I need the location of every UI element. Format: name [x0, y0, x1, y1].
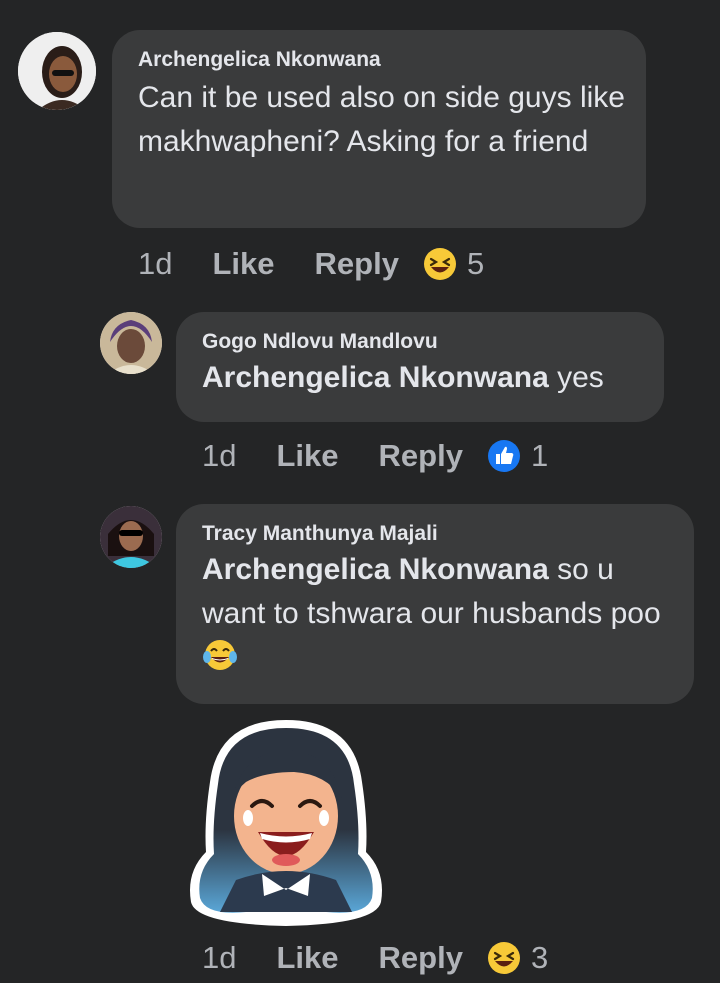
like-button[interactable]: Like	[212, 246, 274, 282]
avatar-tracy[interactable]	[100, 506, 162, 568]
timestamp[interactable]: 1d	[202, 940, 236, 976]
reply-button[interactable]: Reply	[379, 940, 463, 976]
reaction-count[interactable]: 1	[531, 438, 548, 474]
comment-author[interactable]: Tracy Manthunya Majali	[202, 522, 668, 546]
comment-bubble-1: Archengelica Nkonwana Can it be used als…	[112, 30, 646, 228]
reply-button[interactable]: Reply	[315, 246, 399, 282]
like-button[interactable]: Like	[276, 940, 338, 976]
reaction-count[interactable]: 3	[531, 940, 548, 976]
mention-link[interactable]: Archengelica Nkonwana	[202, 553, 549, 586]
like-button[interactable]: Like	[276, 438, 338, 474]
tears-of-joy-emoji-icon	[202, 637, 238, 673]
laughing-emoji-icon[interactable]	[423, 247, 457, 281]
comment-author[interactable]: Archengelica Nkonwana	[138, 48, 620, 72]
reply-button[interactable]: Reply	[379, 438, 463, 474]
timestamp[interactable]: 1d	[138, 246, 172, 282]
comment-text: Can it be used also on side guys like ma…	[138, 81, 625, 158]
comment-text: Archengelica Nkonwana so u want to tshwa…	[202, 548, 672, 680]
laughing-woman-sticker[interactable]	[176, 712, 396, 932]
comment-bubble-3: Tracy Manthunya Majali Archengelica Nkon…	[176, 504, 694, 704]
comment-author[interactable]: Gogo Ndlovu Mandlovu	[202, 330, 638, 354]
comment-actions-1: 1d Like Reply 5	[138, 246, 484, 282]
avatar-gogo[interactable]	[100, 312, 162, 374]
comment-body: yes	[548, 361, 604, 394]
comment-actions-2: 1d Like Reply 1	[202, 438, 548, 474]
comment-text: Archengelica Nkonwana yes	[202, 356, 638, 400]
mention-link[interactable]: Archengelica Nkonwana	[202, 361, 549, 394]
like-thumb-icon[interactable]	[487, 439, 521, 473]
avatar-archengelica[interactable]	[18, 32, 96, 110]
timestamp[interactable]: 1d	[202, 438, 236, 474]
reaction-count[interactable]: 5	[467, 246, 484, 282]
comment-actions-3: 1d Like Reply 3	[202, 940, 548, 976]
comment-bubble-2: Gogo Ndlovu Mandlovu Archengelica Nkonwa…	[176, 312, 664, 422]
laughing-emoji-icon[interactable]	[487, 941, 521, 975]
